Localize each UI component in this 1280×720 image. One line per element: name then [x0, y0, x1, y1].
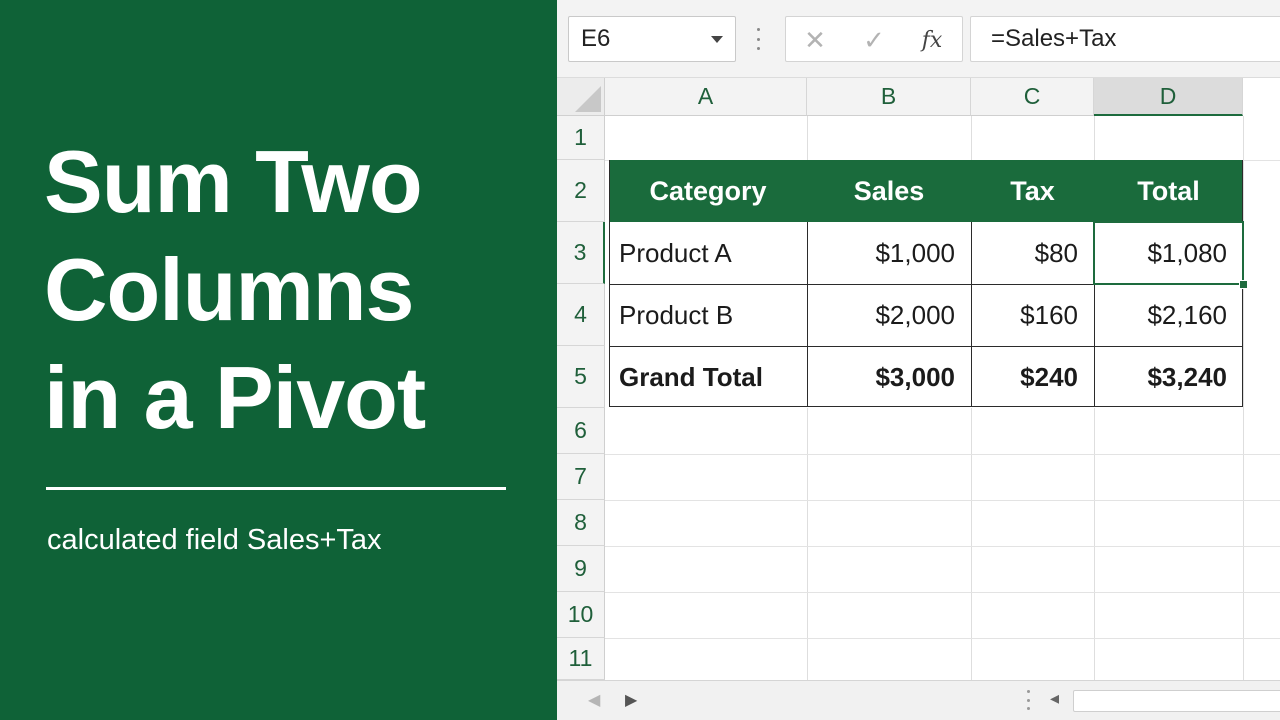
- name-box-value: E6: [581, 25, 611, 52]
- check-icon[interactable]: ✓: [859, 25, 889, 55]
- row-header-8[interactable]: 8: [557, 500, 605, 546]
- pivot-cell-category[interactable]: Product B: [609, 284, 807, 346]
- fill-handle[interactable]: [1239, 280, 1248, 289]
- gridline: [605, 592, 1280, 593]
- pivot-header-total[interactable]: Total: [1094, 160, 1243, 222]
- table-border: [609, 406, 1243, 407]
- pivot-cell-tax[interactable]: $160: [971, 284, 1094, 346]
- pivot-cell-total[interactable]: $1,080: [1094, 222, 1243, 284]
- row-header-10[interactable]: 10: [557, 592, 605, 638]
- title-panel: Sum Two Columns in a Pivot calculated fi…: [0, 0, 557, 720]
- row-header-6[interactable]: 6: [557, 408, 605, 454]
- grand-total-label[interactable]: Grand Total: [609, 346, 807, 408]
- table-border: [1094, 222, 1095, 407]
- chevron-down-icon[interactable]: [711, 36, 723, 43]
- pivot-header-category[interactable]: Category: [609, 160, 807, 222]
- pivot-header-tax[interactable]: Tax: [971, 160, 1094, 222]
- row-header-4[interactable]: 4: [557, 284, 605, 346]
- row-header-2[interactable]: 2: [557, 160, 605, 222]
- gridline: [605, 500, 1280, 501]
- formula-bar: E6 ✕ ✓ fx =Sales+Tax: [557, 0, 1280, 78]
- subtitle: calculated field Sales+Tax: [47, 524, 382, 556]
- formula-buttons: ✕ ✓ fx: [785, 16, 963, 62]
- pivot-table: Category Sales Tax Total Product A $1,00…: [609, 160, 1248, 408]
- grand-total-total[interactable]: $3,240: [1094, 346, 1243, 408]
- drag-handle-icon[interactable]: [1026, 690, 1030, 710]
- grand-total-tax[interactable]: $240: [971, 346, 1094, 408]
- title-line-3: in a Pivot: [44, 348, 426, 447]
- column-header-b[interactable]: B: [807, 78, 971, 116]
- column-header-c[interactable]: C: [971, 78, 1094, 116]
- column-header-a[interactable]: A: [605, 78, 807, 116]
- pivot-cell-sales[interactable]: $2,000: [807, 284, 971, 346]
- drag-handle-icon[interactable]: [756, 28, 760, 50]
- row-header-3[interactable]: 3: [557, 222, 605, 284]
- gridline: [605, 454, 1280, 455]
- row-header-9[interactable]: 9: [557, 546, 605, 592]
- column-header-d[interactable]: D: [1094, 78, 1243, 116]
- formula-input[interactable]: =Sales+Tax: [970, 16, 1280, 62]
- table-border: [609, 284, 1243, 285]
- pivot-header-sales[interactable]: Sales: [807, 160, 971, 222]
- pivot-cell-category[interactable]: Product A: [609, 222, 807, 284]
- triangle-left-icon[interactable]: ◀: [588, 690, 600, 710]
- title: Sum Two Columns in a Pivot: [44, 128, 544, 452]
- gridline: [1243, 116, 1244, 680]
- title-line-1: Sum Two: [44, 132, 423, 231]
- title-divider: [46, 487, 506, 490]
- row-header-1[interactable]: 1: [557, 116, 605, 160]
- row-header-11[interactable]: 11: [557, 638, 605, 680]
- table-border: [609, 346, 1243, 347]
- pivot-cell-sales[interactable]: $1,000: [807, 222, 971, 284]
- grand-total-sales[interactable]: $3,000: [807, 346, 971, 408]
- fx-icon[interactable]: fx: [917, 25, 947, 55]
- pivot-cell-total[interactable]: $2,160: [1094, 284, 1243, 346]
- select-all-corner[interactable]: [557, 78, 605, 116]
- row-header-5[interactable]: 5: [557, 346, 605, 408]
- close-icon[interactable]: ✕: [800, 25, 830, 55]
- title-line-2: Columns: [44, 240, 414, 339]
- name-box[interactable]: E6: [568, 16, 736, 62]
- horizontal-scrollbar[interactable]: [1073, 690, 1280, 712]
- gridline: [605, 638, 1280, 639]
- table-border: [807, 222, 808, 407]
- sheet-scroll-bar: ◀ ▶ ◂: [557, 680, 1280, 720]
- cell-grid: A B C D 1 2 3 4 5 6 7 8 9 10 11 Category…: [557, 78, 1280, 680]
- table-border: [971, 222, 972, 407]
- scroll-left-icon[interactable]: ◂: [1050, 688, 1059, 709]
- pivot-cell-tax[interactable]: $80: [971, 222, 1094, 284]
- triangle-right-icon[interactable]: ▶: [625, 690, 637, 710]
- row-header-7[interactable]: 7: [557, 454, 605, 500]
- gridline: [605, 546, 1280, 547]
- spreadsheet: E6 ✕ ✓ fx =Sales+Tax A B C D 1 2 3 4 5 6…: [557, 0, 1280, 720]
